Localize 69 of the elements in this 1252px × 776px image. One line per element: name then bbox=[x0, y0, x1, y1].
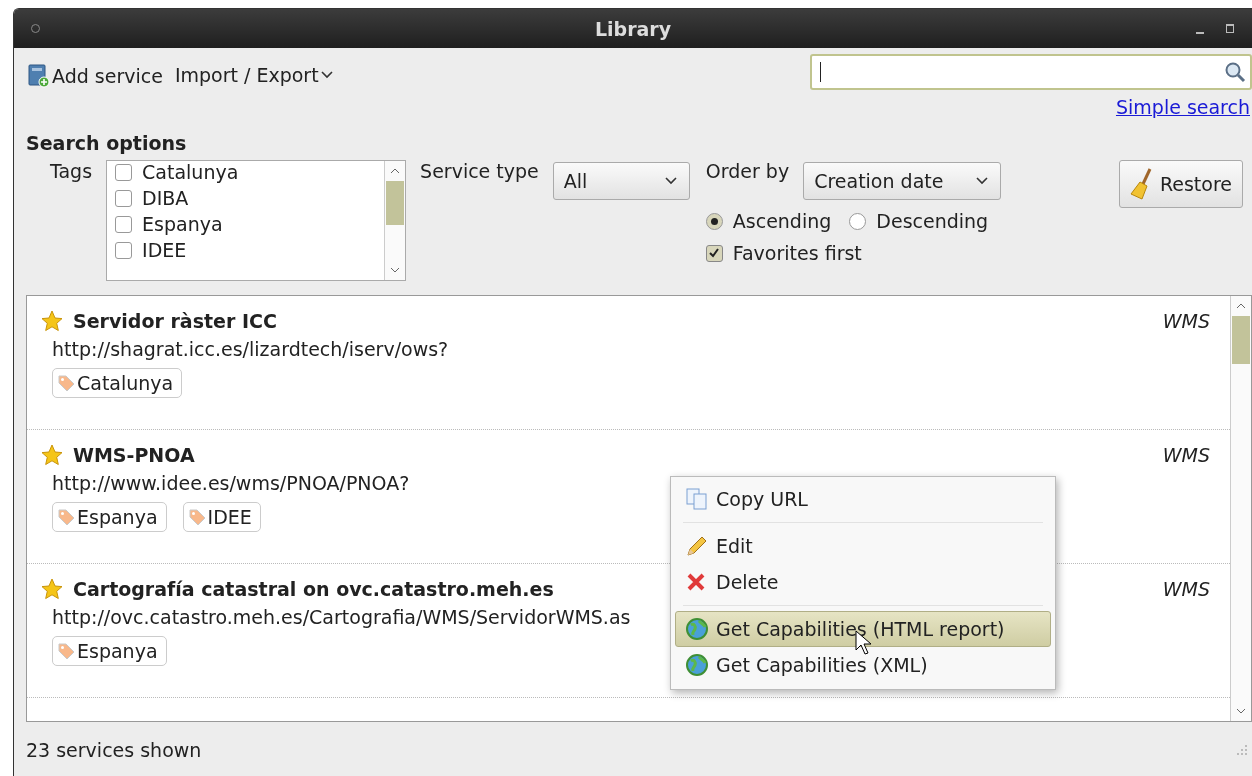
book-add-icon bbox=[28, 64, 50, 88]
checkbox[interactable] bbox=[115, 215, 133, 233]
tags-label: Tags bbox=[50, 160, 93, 182]
menu-item[interactable]: Get Capabilities (XML) bbox=[675, 647, 1051, 683]
menu-item[interactable]: Get Capabilities (HTML report) bbox=[675, 611, 1051, 647]
tag-chip[interactable]: Espanya bbox=[52, 636, 167, 666]
resize-grip-icon[interactable] bbox=[1236, 743, 1248, 756]
star-icon[interactable] bbox=[41, 578, 63, 600]
service-entry[interactable]: Servidor ràster ICC WMS http://shagrat.icc.es/lizardtech/iserv/ows? Catalunya bbox=[27, 296, 1230, 430]
service-type: WMS bbox=[1162, 310, 1210, 332]
sort-order-option[interactable]: Ascending bbox=[705, 210, 832, 232]
search-options-heading: Search options bbox=[26, 132, 187, 154]
tag-icon bbox=[187, 508, 206, 526]
service-type: WMS bbox=[1162, 578, 1210, 600]
restore-button[interactable]: Restore bbox=[1118, 160, 1243, 208]
tag-chip[interactable]: Catalunya bbox=[52, 368, 183, 398]
menu-item[interactable]: Delete bbox=[675, 564, 1051, 600]
scroll-thumb[interactable] bbox=[1232, 316, 1250, 364]
status-text: 23 services shown bbox=[26, 738, 202, 761]
scrollbar[interactable] bbox=[1230, 296, 1251, 721]
service-type-label: Service type bbox=[420, 160, 539, 182]
globe-icon bbox=[684, 653, 710, 677]
maximize-icon[interactable] bbox=[1226, 24, 1234, 33]
caret-icon bbox=[664, 177, 677, 185]
tag-icon bbox=[57, 508, 75, 526]
sort-order-option[interactable]: Descending bbox=[849, 210, 989, 232]
service-url: http://shagrat.icc.es/lizardtech/iserv/ows? bbox=[52, 338, 450, 360]
radio-button[interactable] bbox=[849, 212, 867, 230]
text-cursor-icon bbox=[820, 62, 821, 82]
minimize-icon[interactable] bbox=[1196, 31, 1204, 34]
caret-icon bbox=[976, 177, 989, 185]
window-title: Library bbox=[594, 17, 672, 40]
order-by-dropdown[interactable]: Creation date bbox=[803, 162, 1002, 200]
star-icon[interactable] bbox=[41, 310, 63, 332]
tag-option[interactable]: DIBA bbox=[115, 187, 377, 209]
checkbox[interactable] bbox=[115, 163, 133, 181]
search-icon[interactable] bbox=[1224, 61, 1246, 83]
tag-chip[interactable]: IDEE bbox=[182, 502, 261, 532]
menu-item[interactable]: Edit bbox=[675, 528, 1051, 564]
checkbox[interactable] bbox=[115, 189, 133, 207]
scroll-thumb[interactable] bbox=[386, 181, 405, 225]
star-icon[interactable] bbox=[41, 444, 63, 466]
service-name: WMS-PNOA bbox=[73, 444, 195, 466]
globe-icon bbox=[684, 617, 710, 641]
service-url: http://www.idee.es/wms/PNOA/PNOA? bbox=[52, 472, 411, 494]
service-type-dropdown[interactable]: All bbox=[552, 162, 690, 200]
checkbox[interactable] bbox=[705, 244, 723, 262]
service-url: http://ovc.catastro.meh.es/Cartografia/WMS/ServidorWMS.as bbox=[52, 606, 632, 628]
service-type: WMS bbox=[1162, 444, 1210, 466]
service-name: Cartografía catastral on ovc.catastro.meh.es bbox=[73, 578, 554, 600]
order-by-label: Order by bbox=[705, 160, 790, 182]
search-field[interactable] bbox=[810, 54, 1252, 90]
tag-option[interactable]: Catalunya bbox=[115, 161, 377, 183]
checkbox[interactable] bbox=[115, 241, 133, 259]
menu-item[interactable]: Copy URL bbox=[675, 481, 1051, 517]
favorites-first-option[interactable]: Favorites first bbox=[705, 242, 1002, 264]
tag-chip[interactable]: Espanya bbox=[52, 502, 167, 532]
radio-button[interactable] bbox=[705, 212, 723, 230]
add-service-button[interactable]: Add service bbox=[26, 62, 165, 90]
simple-search-link[interactable]: Simple search bbox=[1115, 96, 1252, 118]
tag-icon bbox=[57, 374, 75, 392]
service-name: Servidor ràster ICC bbox=[73, 310, 277, 332]
copy-icon bbox=[684, 487, 710, 511]
import-export-menu[interactable]: Import / Export bbox=[172, 62, 335, 88]
tag-option[interactable]: IDEE bbox=[115, 239, 377, 261]
scrollbar[interactable] bbox=[384, 161, 406, 280]
tag-icon bbox=[57, 642, 75, 660]
caret-icon bbox=[320, 71, 333, 79]
tag-option[interactable]: Espanya bbox=[115, 213, 377, 235]
